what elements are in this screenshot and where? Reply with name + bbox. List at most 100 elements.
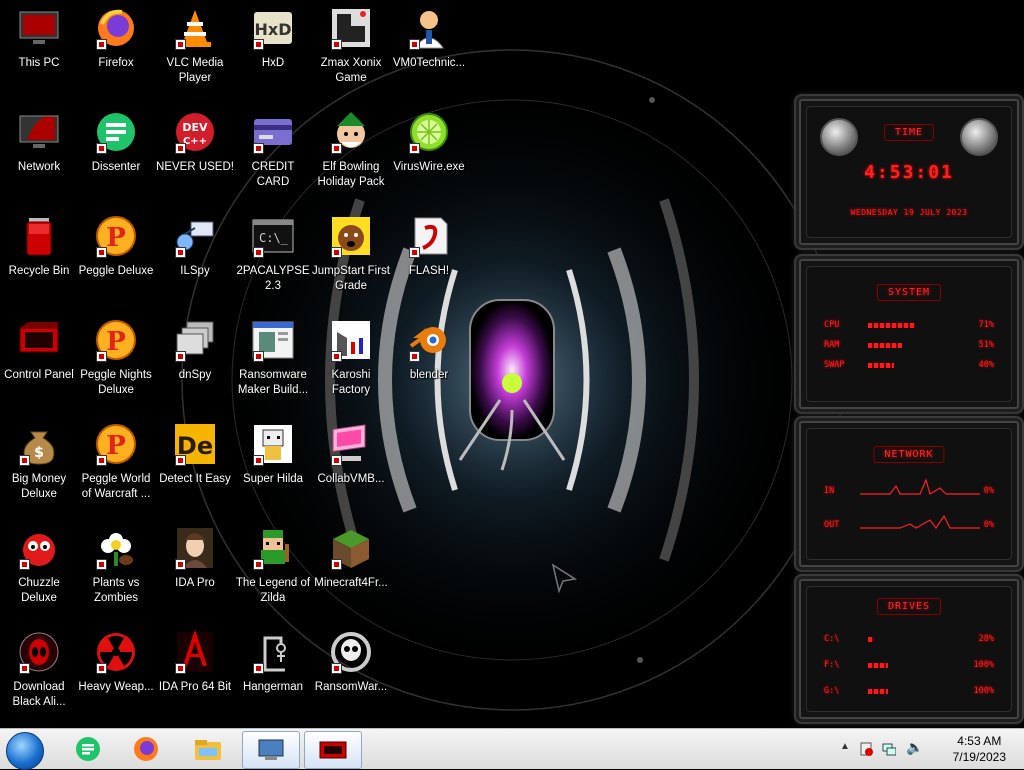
desktop-icon-blender[interactable]: blender <box>390 316 468 416</box>
desktop-icon-label: VM0Technic... <box>392 57 466 69</box>
shortcut-arrow-icon <box>331 247 342 258</box>
drive-letter: F:\ <box>824 660 840 670</box>
desktop-icon-vm0[interactable]: VM0Technic... <box>390 4 468 104</box>
drives-gadget[interactable]: DRIVES C:\ 28% F:\ 100% G:\ 100% <box>794 574 1024 724</box>
desktop-icon-label: Ransomware Maker Build... <box>237 369 309 396</box>
desktop-icon-control-panel[interactable]: Control Panel <box>0 316 78 416</box>
desktop-icon-dnspy[interactable]: dnSpy <box>156 316 234 416</box>
taskbar-explorer-button[interactable] <box>180 731 236 767</box>
drive-usage-bar <box>868 663 934 668</box>
desktop-icon-collabvm[interactable]: CollabVMB... <box>312 420 390 520</box>
taskbar-firefox-button[interactable] <box>118 731 174 767</box>
desktop-icon-minecraft[interactable]: Minecraft4Fr... <box>312 524 390 624</box>
flash-icon <box>405 212 453 260</box>
desktop-icon-hxd[interactable]: HxD HxD <box>234 4 312 104</box>
hxd-icon: HxD <box>249 4 297 52</box>
desktop-icon-ida-64[interactable]: IDA Pro 64 Bit <box>156 628 234 728</box>
time-gadget[interactable]: TIME 4:53:01 WEDNESDAY 19 JULY 2023 <box>794 94 1024 250</box>
network-out-graph <box>860 514 980 530</box>
svg-text:C++: C++ <box>183 136 207 147</box>
shortcut-arrow-icon <box>96 559 107 570</box>
desktop-icon-super-hilda[interactable]: Super Hilda <box>234 420 312 520</box>
desktop-icon-network[interactable]: Network <box>0 108 78 208</box>
desktop-icon-peggle-wow[interactable]: P Peggle World of Warcraft ... <box>77 420 155 520</box>
desktop-icon-recycle[interactable]: Recycle Bin <box>0 212 78 312</box>
desktop-icon-flash[interactable]: FLASH! <box>390 212 468 312</box>
remote-desktop-icon <box>258 739 284 760</box>
system-usage-bar <box>868 363 934 368</box>
desktop-icon-peggle-nights[interactable]: P Peggle Nights Deluxe <box>77 316 155 416</box>
taskbar-date: 7/19/2023 <box>952 750 1006 764</box>
desktop-icon-label: Firefox <box>98 57 134 69</box>
desktop-icon-karoshi[interactable]: Karoshi Factory <box>312 316 390 416</box>
network-in-graph <box>860 478 980 495</box>
desktop-icon-dissenter[interactable]: Dissenter <box>77 108 155 208</box>
desktop-icon-ransomware-maker[interactable]: Ransomware Maker Build... <box>234 316 312 416</box>
desktop-icon-ida-pro[interactable]: IDA Pro <box>156 524 234 624</box>
desktop-icon-label: IDA Pro 64 Bit <box>158 681 232 693</box>
desktop-icon-pvz[interactable]: Plants vs Zombies <box>77 524 155 624</box>
control-panel-icon <box>319 741 347 759</box>
dissenter-icon <box>92 108 140 156</box>
desktop-icon-never-used[interactable]: DEV C++ NEVER USED! <box>156 108 234 208</box>
gadget-clock: 4:53:01 <box>864 162 954 183</box>
network-in-value: 0% <box>983 486 994 496</box>
drive-usage-bar <box>868 689 934 694</box>
tray-chevron-up-icon[interactable]: ▲ <box>840 741 850 752</box>
desktop-icon-viruswire[interactable]: VirusWire.exe <box>390 108 468 208</box>
desktop-icon-cc-checker[interactable]: CREDIT CARD CHECKER <box>234 108 312 208</box>
desktop-icon-2pac[interactable]: C:\_ 2PACALYPSE 2.3 <box>234 212 312 312</box>
desktop-icon-black-ali[interactable]: Download Black Ali... <box>0 628 78 728</box>
desktop-icon-firefox[interactable]: Firefox <box>77 4 155 104</box>
elf-icon <box>327 108 375 156</box>
taskbar-dissenter-button[interactable] <box>60 731 116 767</box>
ida-lady-icon <box>171 524 219 572</box>
desktop-icon-peggle[interactable]: P Peggle Deluxe <box>77 212 155 312</box>
desktop-icon-label: Detect It Easy <box>159 473 231 485</box>
control-panel-icon <box>15 316 63 364</box>
desktop-icon-this-pc[interactable]: This PC <box>0 4 78 104</box>
action-center-flag-icon[interactable] <box>860 742 874 756</box>
desktop-icon-chuzzle[interactable]: Chuzzle Deluxe <box>0 524 78 624</box>
desktop-icon-label: HxD <box>261 57 285 69</box>
desktop-icon-jumpstart[interactable]: JumpStart First Grade <box>312 212 390 312</box>
system-row-label: SWAP <box>824 360 845 370</box>
volume-icon[interactable]: 🔈 <box>906 739 923 756</box>
drive-usage-fill <box>868 663 888 668</box>
network-tray-icon[interactable] <box>882 742 896 756</box>
desktop-icon-elf-bowling[interactable]: Elf Bowling Holiday Pack <box>312 108 390 208</box>
drive-usage-bar <box>868 637 934 642</box>
svg-text:C:\_: C:\_ <box>259 231 289 245</box>
shortcut-arrow-icon <box>331 143 342 154</box>
shortcut-arrow-icon <box>409 39 420 50</box>
taskbar-remote-button[interactable] <box>242 731 300 769</box>
taskbar-clock[interactable]: 4:53 AM 7/19/2023 <box>953 733 1006 765</box>
svg-text:$: $ <box>34 445 44 461</box>
taskbar-control-button[interactable] <box>304 731 362 769</box>
system-gadget[interactable]: SYSTEM CPU 71% RAM 51% SWAP 40% <box>794 254 1024 414</box>
shortcut-arrow-icon <box>331 39 342 50</box>
desktop-icon-big-money[interactable]: $ Big Money Deluxe <box>0 420 78 520</box>
start-button[interactable] <box>6 732 44 770</box>
desktop-icon-heavy-weap[interactable]: Heavy Weap... <box>77 628 155 728</box>
shortcut-arrow-icon <box>96 351 107 362</box>
drive-letter: C:\ <box>824 634 840 644</box>
desktop-icon-label: Hangerman <box>242 681 304 693</box>
desktop-icon-label: The Legend of Zilda <box>235 577 311 604</box>
desktop-icon-vlc[interactable]: VLC Media Player <box>156 4 234 104</box>
desktop-icon-label: FLASH! <box>408 265 450 277</box>
network-gadget[interactable]: NETWORK IN 0% OUT 0% <box>794 416 1024 572</box>
shortcut-arrow-icon <box>175 663 186 674</box>
die-icon: De <box>171 420 219 468</box>
desktop-icon-zmax[interactable]: Zmax Xonix Game <box>312 4 390 104</box>
desktop-icon-detect-it-easy[interactable]: De Detect It Easy <box>156 420 234 520</box>
shortcut-arrow-icon <box>253 455 264 466</box>
desktop-icon-ilspy[interactable]: ILSpy <box>156 212 234 312</box>
alien-head-icon <box>820 118 858 156</box>
desktop-icon-label: Minecraft4Fr... <box>314 577 388 589</box>
desktop-icon-zilda[interactable]: The Legend of Zilda <box>234 524 312 624</box>
system-row-value: 71% <box>978 320 994 330</box>
desktop-icon-ransomwar[interactable]: RansomWar... <box>312 628 390 728</box>
desktop-icon-hangerman[interactable]: Hangerman <box>234 628 312 728</box>
desktop-icon-label: VirusWire.exe <box>393 161 465 173</box>
